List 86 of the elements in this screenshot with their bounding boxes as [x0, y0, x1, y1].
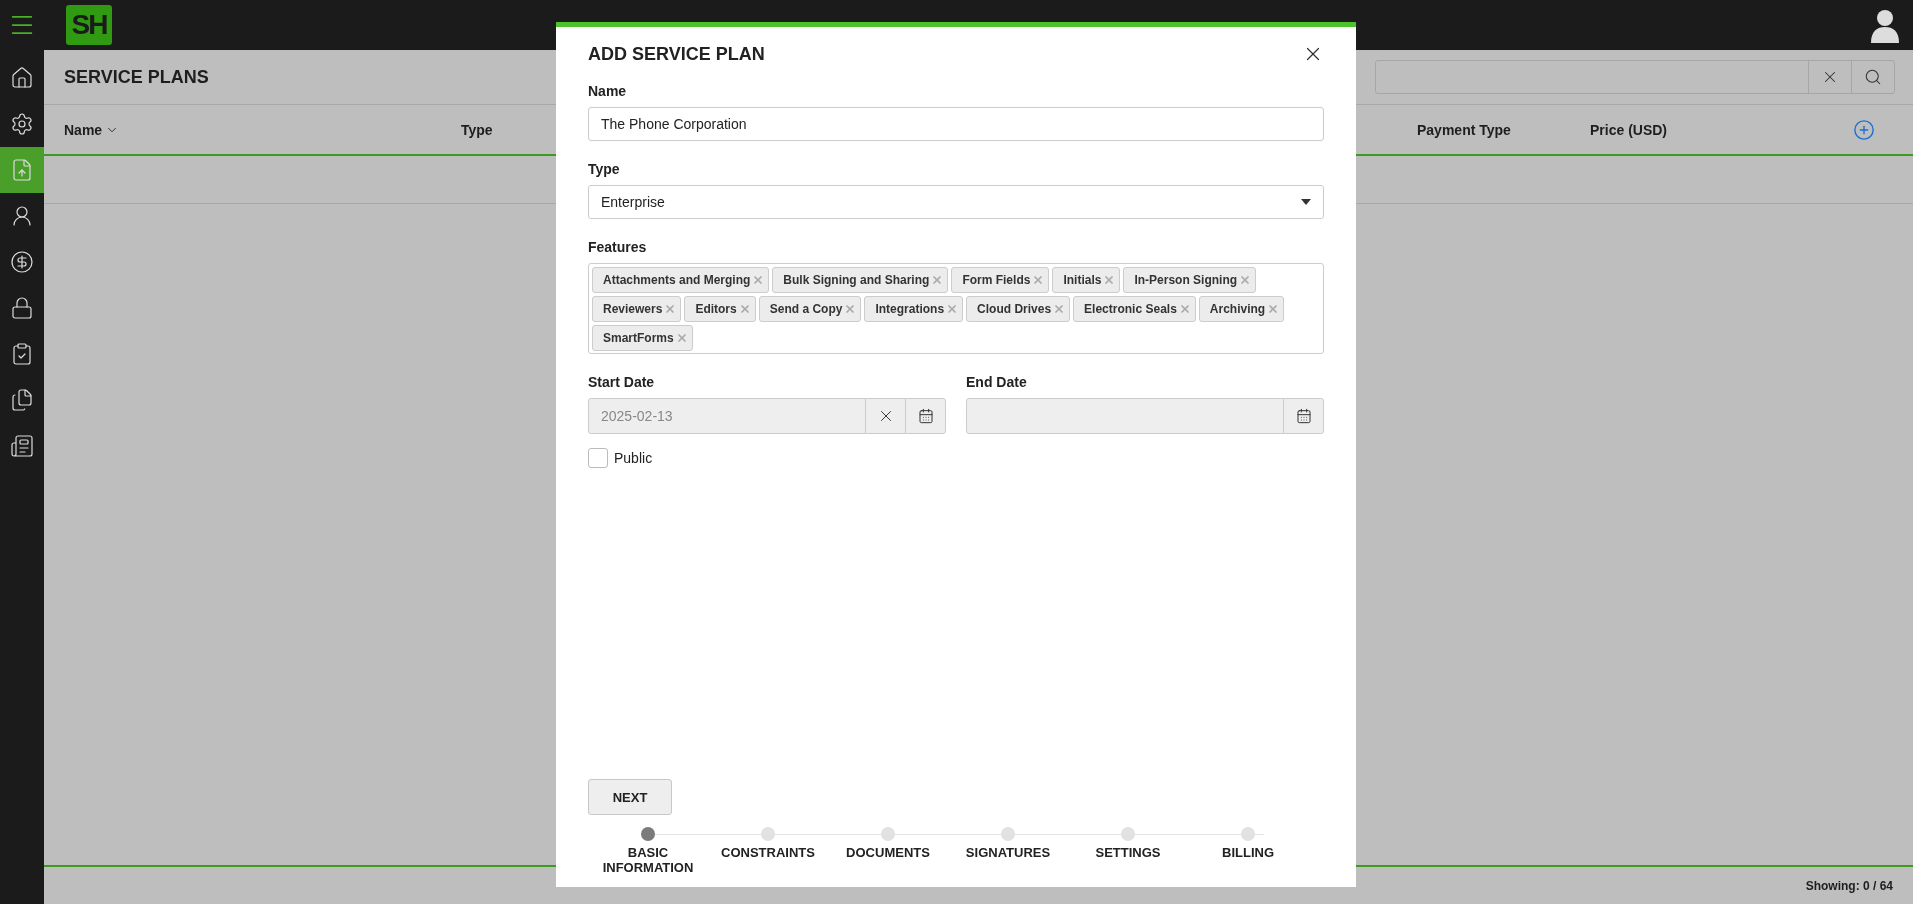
wizard-step[interactable]: SIGNATURES — [948, 827, 1068, 875]
home-icon — [10, 66, 34, 90]
feature-tag: Reviewers — [592, 296, 682, 322]
search-icon — [1864, 68, 1882, 86]
wizard-step[interactable]: BILLING — [1188, 827, 1308, 875]
step-label: SIGNATURES — [964, 845, 1052, 860]
close-icon — [844, 303, 857, 315]
wizard-step[interactable]: SETTINGS — [1068, 827, 1188, 875]
field-label: Name — [588, 83, 628, 99]
close-icon — [1239, 274, 1252, 286]
feature-tag: Send a Copy — [758, 296, 862, 322]
feature-tag: Initials — [1052, 267, 1121, 293]
search-field[interactable] — [1375, 60, 1895, 94]
end-date-field[interactable] — [966, 398, 1324, 434]
close-icon — [946, 303, 959, 315]
remove-tag-button[interactable] — [946, 303, 959, 315]
close-icon — [1032, 274, 1045, 286]
calendar-icon — [917, 408, 934, 424]
feature-tag: Electronic Seals — [1073, 296, 1196, 322]
logo: SH — [66, 5, 112, 45]
feature-tag: Form Fields — [951, 267, 1050, 293]
remove-tag-button[interactable] — [752, 274, 765, 286]
wizard-step[interactable]: BASIC INFORMATION — [588, 827, 708, 875]
features-field[interactable]: Attachments and Merging Bulk Signing and Sharing Form Fields Initials In-Person Signing Reviewers Editors Send a Copy Integrations Cloud Drives Electronic Seals Archiving SmartForms — [588, 263, 1324, 354]
close-icon — [1053, 303, 1066, 315]
record-count: Showing: 0 / 64 — [1805, 878, 1893, 893]
caret-icon — [1301, 199, 1311, 205]
remove-tag-button[interactable] — [1103, 274, 1116, 286]
public-checkbox[interactable] — [588, 448, 608, 468]
feature-tag: Cloud Drives — [966, 296, 1071, 322]
user-icon — [10, 204, 34, 228]
close-icon — [1178, 303, 1191, 315]
feature-tag: SmartForms — [592, 325, 693, 351]
settings-icon — [10, 112, 34, 136]
feature-tag: Archiving — [1198, 296, 1285, 322]
step-label: CONSTRAINTS — [720, 845, 816, 860]
remove-tag-button[interactable] — [1053, 303, 1066, 315]
feature-tag: In-Person Signing — [1123, 267, 1257, 293]
report-icon — [10, 434, 34, 458]
documents-icon — [10, 388, 34, 412]
lock-icon — [10, 296, 34, 320]
next-button[interactable]: NEXT — [588, 779, 672, 815]
file-upload-icon — [10, 158, 34, 182]
name-field[interactable]: The Phone Corporation — [588, 107, 1324, 141]
checkbox-label: Public — [614, 450, 653, 466]
close-icon — [664, 303, 677, 315]
remove-tag-button[interactable] — [1178, 303, 1191, 315]
field-label: Type — [588, 161, 621, 177]
remove-tag-button[interactable] — [931, 274, 944, 286]
field-label: Start Date — [588, 374, 656, 390]
field-label: End Date — [966, 374, 1028, 390]
clipboard-check-icon — [10, 342, 34, 366]
avatar-icon[interactable] — [1869, 7, 1901, 43]
feature-tag: Editors — [684, 296, 756, 322]
type-dropdown[interactable]: Enterprise — [588, 185, 1324, 219]
plus-circle-icon — [1853, 118, 1875, 141]
remove-tag-button[interactable] — [664, 303, 677, 315]
close-icon — [931, 274, 944, 286]
column-header[interactable]: Name — [64, 121, 461, 138]
dialog-title: ADD SERVICE PLAN — [588, 43, 765, 65]
remove-tag-button[interactable] — [738, 303, 751, 315]
step-label: DOCUMENTS — [845, 845, 931, 860]
step-label: BILLING — [1221, 845, 1275, 860]
remove-tag-button[interactable] — [1239, 274, 1252, 286]
step-label: SETTINGS — [1094, 845, 1162, 860]
remove-tag-button[interactable] — [844, 303, 857, 315]
step-label: BASIC INFORMATION — [601, 845, 695, 875]
close-icon — [1267, 303, 1280, 315]
feature-tag: Integrations — [864, 296, 964, 322]
close-icon — [675, 332, 688, 344]
calendar-icon — [1295, 408, 1312, 424]
close-icon — [1103, 274, 1116, 286]
remove-tag-button[interactable] — [1267, 303, 1280, 315]
feature-tag: Attachments and Merging — [592, 267, 770, 293]
page-title: SERVICE PLANS — [64, 66, 209, 88]
remove-tag-button[interactable] — [675, 332, 688, 344]
field-label: Features — [588, 239, 648, 255]
column-header[interactable]: Price (USD) — [1590, 121, 1853, 138]
column-header[interactable]: Payment Type — [1417, 121, 1590, 138]
close-icon — [738, 303, 751, 315]
dollar-icon — [10, 250, 34, 274]
remove-tag-button[interactable] — [1032, 274, 1045, 286]
feature-tag: Bulk Signing and Sharing — [772, 267, 949, 293]
wizard-step[interactable]: DOCUMENTS — [828, 827, 948, 875]
close-icon — [752, 274, 765, 286]
wizard-step[interactable]: CONSTRAINTS — [708, 827, 828, 875]
